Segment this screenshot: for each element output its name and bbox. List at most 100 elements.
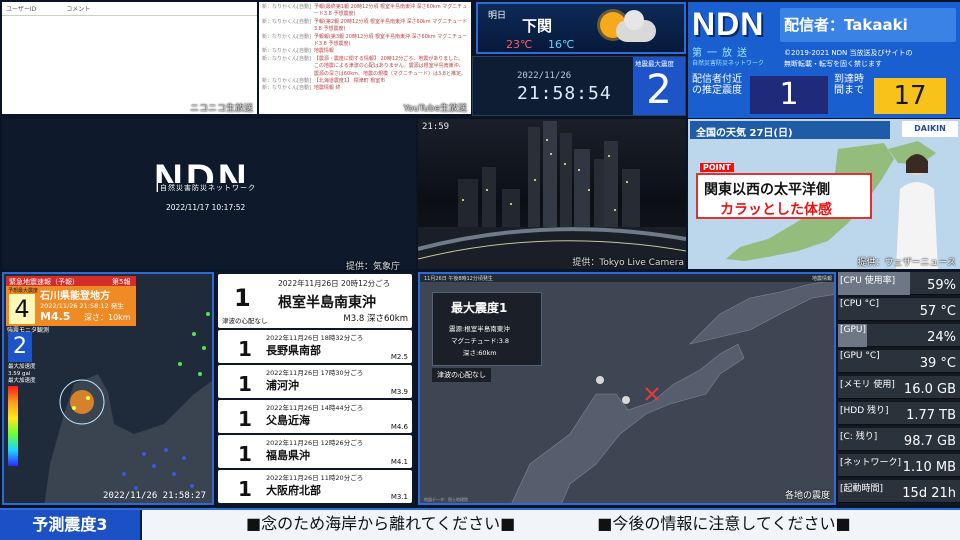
copyright-notice: ©2019-2021 NDN 当放送及びサイトの 無断転載・転写を固く禁じます — [784, 48, 960, 70]
eq-dt: 2022年11月26日 20時12分ごろ — [278, 279, 391, 288]
stat-row: [GPU °C] 39 °C — [838, 350, 960, 373]
chat-rows: 新：なりかくん[自動] 予報(最終第1報 20時12分頃 根室半島南東沖 深さ60… — [259, 2, 471, 95]
comment-header: ユーザーID コメント — [2, 2, 257, 16]
chat-user: 新：なりかくん[自動] — [262, 4, 311, 10]
eq-num: 1 — [234, 284, 251, 312]
eew-magnitude: M4.5 — [40, 310, 71, 323]
bottom-ticker: 予測震度3 ■念のため海岸から離れてください■ ■今後の情報に注意してください■ — [0, 508, 960, 540]
ndn-video-subtitle: 自然災害防災ネットワーク — [158, 183, 258, 193]
eq-loc: 大阪府北部 — [266, 484, 321, 497]
eew-depth: 深さ：10km — [84, 313, 131, 322]
ticker-messages: ■念のため海岸から離れてください■ ■今後の情報に注意してください■ — [142, 510, 960, 540]
ndn-brand-panel: NDN 第一放送 自然災害防災ネットワーク 配信者：Takaaki ©2019-… — [688, 2, 960, 118]
stat-value: 98.7 GB — [903, 434, 956, 449]
ticker-message-1: ■念のため海岸から離れてください■ — [246, 514, 516, 533]
eq-mag: M3.9 — [390, 388, 408, 396]
stat-row: [GPU] 24% — [838, 324, 960, 347]
max-intensity-value: 2 — [646, 67, 672, 113]
weather-widget: 明日 下関 23℃ 16℃ — [476, 2, 686, 54]
stat-label: [HDD 残り] — [840, 406, 889, 416]
chat-row: 新：なりかくん[自動] 地震情報 — [262, 48, 468, 55]
stat-value: 39 °C — [919, 356, 956, 371]
chat-user: 新：なりかくん[自動] — [262, 18, 311, 25]
copyright-line-2: 無断転載・転写を固く禁じます — [784, 60, 882, 68]
niconico-source-label: ニコニコ生放送 — [189, 104, 253, 114]
chat-text: 【震源・震度に関する情報】 20時12分ごろ、地震がありました。この地震による津… — [313, 55, 466, 77]
city-skyline-image — [418, 121, 686, 269]
stat-value: 57 °C — [919, 304, 956, 319]
caster-name: 配信者：Takaaki — [780, 8, 956, 42]
eew-predicted-intensity: 4 — [9, 294, 35, 324]
clock-date: 2022/11/26 — [517, 71, 572, 81]
stat-row: [メモリ 使用] 16.0 GB — [838, 376, 960, 399]
stat-value: 15d 21h — [902, 486, 956, 501]
weather-city: 下関 — [522, 17, 553, 35]
night-city-camera: 21:59 提供：Tokyo Live Camera — [418, 119, 686, 269]
eew-time: 2022/11/26 21:58:12 発生 — [40, 302, 124, 310]
chat-text: 地震情報 終 — [313, 85, 341, 92]
observed-intensity: 2 — [8, 332, 32, 362]
chat-user: 新：なりかくん[自動] — [262, 48, 311, 55]
accel-label-2: 最大加速度 — [8, 378, 36, 384]
chat-text: 地震情報 — [313, 48, 334, 55]
earthquake-list-item: 1 2022年11月26日 14時44分ごろ 父島近海 M4.6 — [218, 400, 412, 433]
ndn-logo: NDN — [692, 6, 765, 42]
chat-row: 新：なりかくん[自動] 予報(第2報 20時12分頃 根室半島南東沖 深さ60km… — [262, 19, 468, 34]
eq-num: 1 — [238, 442, 252, 466]
eq-mag: M3.8 深さ60km — [343, 314, 408, 324]
weather-news-header: 全国の天気 27日(日) — [690, 121, 890, 139]
card-depth: 深さ:60km — [463, 349, 497, 357]
copyright-line-1: ©2019-2021 NDN 当放送及びサイトの — [784, 49, 913, 57]
acceleration-scale — [8, 386, 18, 466]
eq-num: 1 — [238, 477, 252, 501]
chat-row: 新：なりかくん[自動] 予報報(第3報 20時12分頃 根室半島南東沖 深さ60k… — [262, 34, 468, 49]
header-user: ユーザーID — [6, 6, 37, 13]
earthquake-list-item: 1 2022年11月26日 18時32分ごろ 長野県南部 M2.5 — [218, 330, 412, 363]
niconico-comment-panel: ユーザーID コメント ニコニコ生放送 — [2, 2, 257, 114]
ndn-video-logo: NDN — [154, 157, 250, 201]
weather-high: 23℃ — [506, 38, 533, 51]
stat-label: [C: 残り] — [840, 432, 878, 442]
weather-caption: 関東以西の太平洋側 カラッとした体感 — [696, 173, 872, 219]
eq-loc: 根室半島南東沖 — [278, 295, 376, 311]
eq-loc: 父島近海 — [266, 414, 310, 427]
card-epicenter: 震源:根室半島南東沖 — [449, 325, 510, 333]
eq-dt: 2022年11月26日 11時20分ごろ — [266, 474, 364, 482]
earthquake-list-item: 1 2022年11月26日 11時20分ごろ大阪府北部 M3.1 — [218, 470, 412, 503]
system-stats-panel: [CPU 使用率] 59% [CPU °C] 57 °C [GPU] 24% [GPU °C… — [838, 272, 960, 505]
chat-user: 新：なりかくん[自動] — [262, 55, 311, 62]
eq-loc: 長野県南部 — [266, 344, 321, 357]
stat-row: [ネットワーク] 1.10 MB — [838, 454, 960, 477]
chat-row: 新：なりかくん[自動] 【震源・震度に関する情報】 20時12分ごろ、地震がありま… — [262, 56, 468, 78]
acceleration-info: 最大加速度 3.59 gal 最大加速度 — [8, 364, 36, 385]
eq-mag: M3.1 — [390, 493, 408, 501]
chat-text: 予報(最終第1報 20時12分頃 根室半島南東沖 深さ60km マグニチュード3… — [313, 4, 468, 18]
map-header-left: 11月26日 午後8時12分頃発生 — [424, 276, 493, 282]
stat-value: 16.0 GB — [903, 382, 956, 397]
youtube-chat-panel: 新：なりかくん[自動] 予報(最終第1報 20時12分頃 根室半島南東沖 深さ60… — [259, 2, 471, 114]
stat-label: [起動時間] — [840, 484, 884, 494]
accel-label: 最大加速度 — [8, 364, 36, 370]
map-credit: 各地の震度 — [784, 491, 830, 501]
estimated-intensity-value: 1 — [750, 76, 828, 114]
eq-num: 1 — [238, 372, 252, 396]
header-comment: コメント — [66, 6, 91, 13]
chat-text: 予報報(第3報 20時12分頃 根室半島南東沖 深さ60km マグニチュード3.… — [313, 33, 468, 48]
weather-news-credit: 提供：ウェザーニュース — [857, 258, 956, 268]
weather-news-tile: 全国の天気 27日(日) DAIKIN 関東以西の太平洋側 カラッとした体感 P… — [688, 119, 960, 269]
eq-mag: M2.5 — [390, 353, 408, 361]
earthquake-info-map: 11月26日 午後8時12分頃発生 地震情報 最大震度1 震源:根室半島南東沖 … — [418, 272, 836, 505]
stat-label: [GPU °C] — [840, 351, 880, 361]
max-intensity-box: 地震最大震度 2 — [633, 57, 685, 115]
arrival-time-value: 17 — [874, 78, 946, 114]
eq-loc: 福島県沖 — [266, 449, 310, 462]
arrival-time-label: 到達時間まで — [834, 74, 864, 96]
seismic-map-time: 2022/11/26 21:58:27 — [103, 491, 206, 501]
stat-label: [GPU] — [840, 325, 867, 335]
chat-user: 新：なりかくん[自動] — [262, 85, 311, 92]
clock-time: 21:58:54 — [517, 83, 612, 104]
sponsor-logo: DAIKIN — [902, 121, 958, 137]
eq-mag: M4.6 — [390, 423, 408, 431]
map-header-right: 地震情報 — [811, 276, 832, 282]
eew-predicted-label: 予想最大震度 — [8, 288, 39, 294]
